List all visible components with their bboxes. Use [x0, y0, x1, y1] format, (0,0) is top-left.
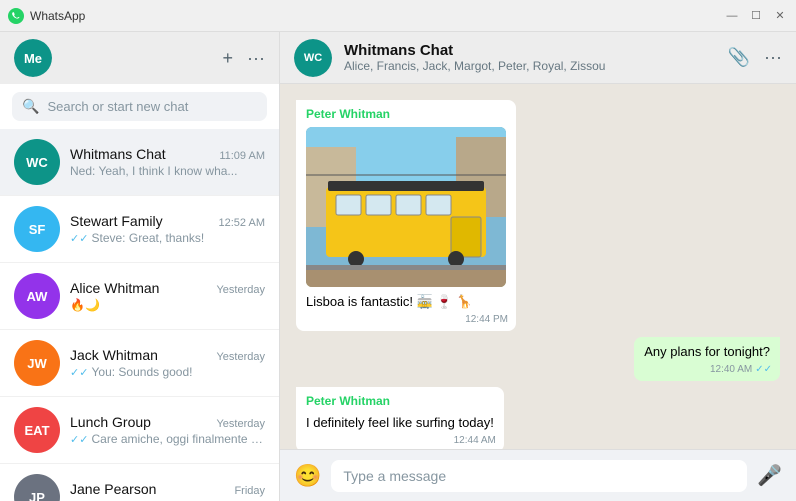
sidebar: Me + ··· 🔍 WC Whitmans Chat 11:09 AM [0, 32, 280, 501]
chat-info-top: Jane Pearson Friday [70, 481, 265, 497]
sidebar-header-left: Me [14, 39, 52, 77]
chat-list-item-jane[interactable]: JP Jane Pearson Friday Nice! I definitel… [0, 464, 279, 501]
chat-list-item-whitmans[interactable]: WC Whitmans Chat 11:09 AM Ned: Yeah, I t… [0, 129, 279, 196]
title-bar-left: WhatsApp [8, 8, 85, 24]
chat-time: Yesterday [216, 284, 265, 296]
maximize-button[interactable]: ☐ [748, 8, 764, 24]
chat-avatar: JP [14, 474, 60, 501]
menu-icon[interactable]: ··· [247, 48, 265, 69]
chat-preview: 🔥🌙 [70, 298, 265, 312]
close-button[interactable]: ✕ [772, 8, 788, 24]
chat-time: Yesterday [216, 351, 265, 363]
message-bubble: Any plans for tonight? 12:40 AM ✓✓ [634, 337, 780, 381]
chat-name: Jack Whitman [70, 347, 158, 363]
chat-time: Yesterday [216, 418, 265, 430]
chat-avatar: JW [14, 340, 60, 386]
message-group-2: Any plans for tonight? 12:40 AM ✓✓ [296, 337, 780, 381]
chat-list: WC Whitmans Chat 11:09 AM Ned: Yeah, I t… [0, 129, 279, 501]
chat-preview: Ned: Yeah, I think I know wha... [70, 164, 265, 178]
chat-info: Jack Whitman Yesterday ✓✓ You: Sounds go… [70, 347, 265, 379]
title-bar-controls: — ☐ ✕ [724, 8, 788, 24]
chat-header-avatar: WC [294, 39, 332, 77]
app-title: WhatsApp [30, 9, 85, 23]
whatsapp-logo-icon [8, 8, 24, 24]
message-bubble: Peter Whitman [296, 100, 516, 331]
chat-time: Friday [234, 485, 265, 497]
message-bubble: Peter Whitman I definitely feel like surf… [296, 387, 504, 449]
chat-name: Jane Pearson [70, 481, 156, 497]
chat-name: Alice Whitman [70, 280, 159, 296]
chat-avatar: EAT [14, 407, 60, 453]
chat-name: Lunch Group [70, 414, 151, 430]
message-time: 12:40 AM ✓✓ [710, 363, 772, 377]
title-bar: WhatsApp — ☐ ✕ [0, 0, 796, 32]
minimize-button[interactable]: — [724, 8, 740, 24]
chat-header: WC Whitmans Chat Alice, Francis, Jack, M… [280, 32, 796, 84]
message-sender: Peter Whitman [306, 106, 506, 123]
chat-info-top: Alice Whitman Yesterday [70, 280, 265, 296]
chat-list-item-lunch[interactable]: EAT Lunch Group Yesterday ✓✓ Care amiche… [0, 397, 279, 464]
chat-time: 12:52 AM [219, 217, 265, 229]
chat-name: Whitmans Chat [70, 146, 166, 162]
chat-header-name: Whitmans Chat [344, 42, 716, 59]
message-text: Lisboa is fantastic! 🚋 🍷 🦒 [306, 294, 472, 309]
chat-info: Whitmans Chat 11:09 AM Ned: Yeah, I thin… [70, 146, 265, 178]
chat-avatar: WC [14, 139, 60, 185]
message-text: Any plans for tonight? [644, 344, 770, 359]
chat-list-item-alice[interactable]: AW Alice Whitman Yesterday 🔥🌙 [0, 263, 279, 330]
chat-area: WC Whitmans Chat Alice, Francis, Jack, M… [280, 32, 796, 501]
mic-button[interactable]: 🎤 [757, 463, 782, 488]
message-time: 12:44 PM [465, 313, 508, 327]
chat-time: 11:09 AM [219, 150, 265, 162]
chat-info-top: Lunch Group Yesterday [70, 414, 265, 430]
chat-preview: ✓✓ Care amiche, oggi finalmente posso [70, 432, 265, 446]
messages-area: Peter Whitman [280, 84, 796, 449]
message-text: I definitely feel like surfing today! [306, 415, 494, 430]
new-chat-icon[interactable]: + [223, 48, 234, 69]
chat-header-members: Alice, Francis, Jack, Margot, Peter, Roy… [344, 59, 716, 73]
chat-avatar: AW [14, 273, 60, 319]
message-group-3: Peter Whitman I definitely feel like surf… [296, 387, 780, 449]
search-input-wrap: 🔍 [12, 92, 267, 121]
user-avatar[interactable]: Me [14, 39, 52, 77]
sidebar-header: Me + ··· [0, 32, 279, 84]
search-bar: 🔍 [0, 84, 279, 129]
chat-info: Alice Whitman Yesterday 🔥🌙 [70, 280, 265, 312]
chat-info-top: Stewart Family 12:52 AM [70, 213, 265, 229]
chat-avatar: SF [14, 206, 60, 252]
sidebar-header-icons: + ··· [223, 48, 266, 69]
chat-list-item-jack[interactable]: JW Jack Whitman Yesterday ✓✓ You: Sounds… [0, 330, 279, 397]
tram-image [306, 127, 506, 287]
chat-info-top: Jack Whitman Yesterday [70, 347, 265, 363]
chat-info: Jane Pearson Friday Nice! I definitely f… [70, 481, 265, 501]
message-time: 12:44 AM [454, 434, 496, 448]
attach-icon[interactable]: 📎 [728, 47, 750, 68]
chat-info-top: Whitmans Chat 11:09 AM [70, 146, 265, 162]
search-icon: 🔍 [22, 98, 39, 115]
chat-preview: ✓✓ Steve: Great, thanks! [70, 231, 265, 245]
message-group-1: Peter Whitman [296, 100, 780, 331]
chat-list-item-stewart[interactable]: SF Stewart Family 12:52 AM ✓✓ Steve: Gre… [0, 196, 279, 263]
chat-name: Stewart Family [70, 213, 163, 229]
message-input[interactable] [331, 460, 747, 492]
chat-preview: ✓✓ You: Sounds good! [70, 365, 265, 379]
chat-header-icons: 📎 ··· [728, 47, 782, 68]
message-image [306, 127, 506, 287]
chat-input-area: 😊 🎤 [280, 449, 796, 501]
message-sender: Peter Whitman [306, 393, 494, 410]
emoji-button[interactable]: 😊 [294, 463, 321, 489]
chat-info: Stewart Family 12:52 AM ✓✓ Steve: Great,… [70, 213, 265, 245]
chat-info: Lunch Group Yesterday ✓✓ Care amiche, og… [70, 414, 265, 446]
search-input[interactable] [47, 99, 257, 114]
app-body: Me + ··· 🔍 WC Whitmans Chat 11:09 AM [0, 32, 796, 501]
chat-header-info: Whitmans Chat Alice, Francis, Jack, Marg… [344, 42, 716, 73]
chat-menu-icon[interactable]: ··· [764, 47, 782, 68]
